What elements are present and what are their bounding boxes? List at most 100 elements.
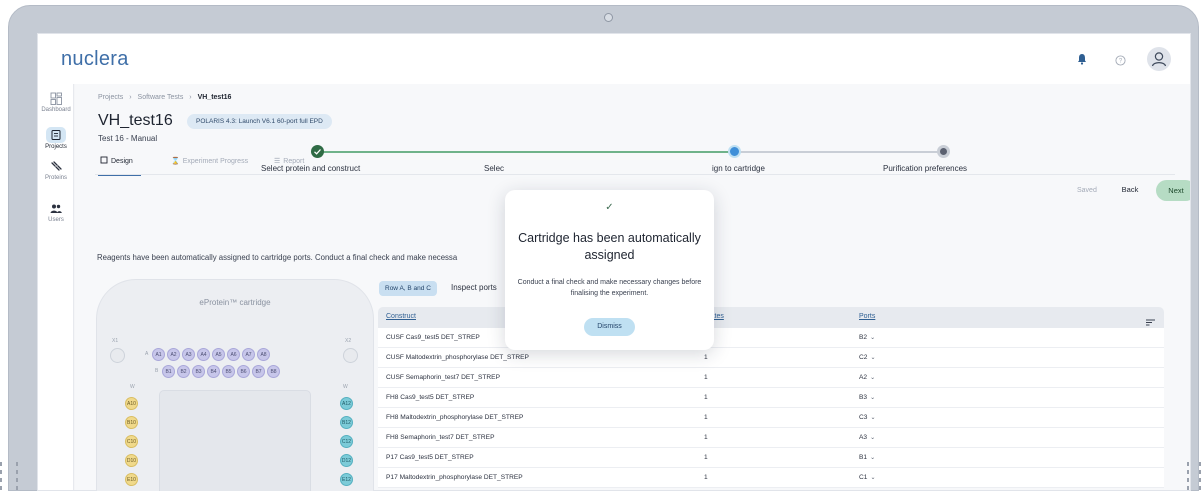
row-a-tag: A xyxy=(145,351,149,357)
breadcrumb-software-tests[interactable]: Software Tests xyxy=(138,94,184,101)
port-a5[interactable]: A5 xyxy=(212,348,225,361)
dialog-message: Conduct a final check and make necessary… xyxy=(517,279,702,297)
row-toggle[interactable]: Row A, B and C xyxy=(379,281,437,296)
header-ports[interactable]: Ports xyxy=(859,313,875,320)
step-4-dot xyxy=(937,145,950,158)
step-3-label: ign to cartridge xyxy=(712,164,765,173)
port-select[interactable]: A3 ⌄ xyxy=(859,434,875,441)
sidebar-item-projects[interactable]: Projects xyxy=(38,127,74,150)
port-select[interactable]: C2 ⌄ xyxy=(859,354,875,361)
table-header: Construct licates Ports xyxy=(378,307,1164,328)
table-row[interactable]: P17 Cas9_test5 DET_STREP 1 B1 ⌄ xyxy=(378,448,1164,468)
breadcrumb: Projects › Software Tests › VH_test16 xyxy=(98,94,231,101)
table-row[interactable]: P17 Maltodextrin_phosphorylase DET_STREP… xyxy=(378,468,1164,488)
port-select[interactable]: C1 ⌄ xyxy=(859,474,875,481)
port-c10[interactable]: C10 xyxy=(125,435,138,448)
port-e12[interactable]: E12 xyxy=(340,473,353,486)
port-a8[interactable]: A8 xyxy=(257,348,270,361)
table-row[interactable]: CUSF Semaphorin_test7 DET_STREP 1 A2 ⌄ xyxy=(378,368,1164,388)
port-tag-w-left: W xyxy=(130,384,135,390)
back-button[interactable]: Back xyxy=(1114,181,1146,199)
cell-replicates: 1 xyxy=(704,354,708,361)
port-x1[interactable] xyxy=(110,348,125,363)
tab-label: Experiment Progress xyxy=(182,158,249,165)
cartridge-window xyxy=(159,390,311,491)
port-b6[interactable]: B6 xyxy=(237,365,250,378)
help-icon[interactable]: ? xyxy=(1115,53,1126,71)
app-logo[interactable]: nuclera xyxy=(61,48,129,71)
cell-construct: CUSF Cas9_test5 DET_STREP xyxy=(386,334,480,341)
check-icon xyxy=(314,149,321,155)
port-select[interactable]: B2 ⌄ xyxy=(859,334,875,341)
cartridge-title: eProtein™ cartridge xyxy=(199,298,271,307)
port-e10[interactable]: E10 xyxy=(125,473,138,486)
port-a6[interactable]: A6 xyxy=(227,348,240,361)
table-row[interactable]: FH8 Cas9_test5 DET_STREP 1 B3 ⌄ xyxy=(378,388,1164,408)
sidebar-item-label: Projects xyxy=(45,144,67,150)
sidebar-item-label: Dashboard xyxy=(41,107,71,113)
proteins-icon xyxy=(48,160,64,174)
port-b1[interactable]: B1 xyxy=(162,365,175,378)
edge-marker xyxy=(1187,462,1189,491)
dashboard-icon xyxy=(48,92,64,106)
port-select[interactable]: C3 ⌄ xyxy=(859,414,875,421)
port-b10[interactable]: B10 xyxy=(125,416,138,429)
port-x2[interactable] xyxy=(343,348,358,363)
bell-icon[interactable] xyxy=(1077,52,1087,70)
port-b8[interactable]: B8 xyxy=(267,365,280,378)
chevron-down-icon: ⌄ xyxy=(870,375,876,381)
port-select[interactable]: B1 ⌄ xyxy=(859,454,875,461)
port-b12[interactable]: B12 xyxy=(340,416,353,429)
port-select[interactable]: B3 ⌄ xyxy=(859,394,875,401)
cell-port: A2 xyxy=(859,374,868,381)
edge-marker xyxy=(16,462,18,491)
port-b7[interactable]: B7 xyxy=(252,365,265,378)
cell-replicates: 1 xyxy=(704,434,708,441)
port-b4[interactable]: B4 xyxy=(207,365,220,378)
port-a2[interactable]: A2 xyxy=(167,348,180,361)
tab-design[interactable]: Design xyxy=(98,154,141,176)
port-a10[interactable]: A10 xyxy=(125,397,138,410)
port-b5[interactable]: B5 xyxy=(222,365,235,378)
edge-marker xyxy=(0,462,2,491)
table-row[interactable]: CUSF Maltodextrin_phosphorylase DET_STRE… xyxy=(378,348,1164,368)
inspect-ports-label[interactable]: Inspect ports xyxy=(451,283,497,292)
table-row[interactable]: FH8 Semaphorin_test7 DET_STREP 1 A3 ⌄ xyxy=(378,428,1164,448)
breadcrumb-projects[interactable]: Projects xyxy=(98,94,123,101)
sidebar-item-users[interactable]: Users xyxy=(38,202,74,223)
project-subtitle: Test 16 - Manual xyxy=(98,134,158,143)
port-a12[interactable]: A12 xyxy=(340,397,353,410)
port-a3[interactable]: A3 xyxy=(182,348,195,361)
port-c12[interactable]: C12 xyxy=(340,435,353,448)
tab-experiment-progress[interactable]: ⌛ Experiment Progress xyxy=(171,154,248,176)
next-button[interactable]: Next xyxy=(1156,180,1190,201)
dismiss-button[interactable]: Dismiss xyxy=(584,318,635,336)
port-a4[interactable]: A4 xyxy=(197,348,210,361)
app-header: nuclera ? xyxy=(38,34,1190,84)
info-message: Reagents have been automatically assigne… xyxy=(97,253,458,262)
table-row[interactable]: FH8 Maltodextrin_phosphorylase DET_STREP… xyxy=(378,408,1164,428)
camera-icon xyxy=(604,13,613,22)
port-select[interactable]: A2 ⌄ xyxy=(859,374,875,381)
cell-construct: P17 Maltodextrin_phosphorylase DET_STREP xyxy=(386,474,523,481)
cell-construct: FH8 Cas9_test5 DET_STREP xyxy=(386,394,475,401)
sidebar-item-dashboard[interactable]: Dashboard xyxy=(38,92,74,113)
port-a1[interactable]: A1 xyxy=(152,348,165,361)
cell-port: B1 xyxy=(859,454,868,461)
port-d12[interactable]: D12 xyxy=(340,454,353,467)
sidebar-item-proteins[interactable]: Proteins xyxy=(38,160,74,181)
cell-replicates: 1 xyxy=(704,374,708,381)
cell-port: A3 xyxy=(859,434,868,441)
success-check-icon: ✓ xyxy=(605,202,614,213)
row-b-tag: B xyxy=(155,368,159,374)
header-construct[interactable]: Construct xyxy=(386,313,416,320)
port-a7[interactable]: A7 xyxy=(242,348,255,361)
projects-icon xyxy=(46,127,66,143)
cell-port: C3 xyxy=(859,414,868,421)
table-row[interactable]: CUSF Cas9_test5 DET_STREP B2 ⌄ xyxy=(378,328,1164,348)
port-b2[interactable]: B2 xyxy=(177,365,190,378)
avatar[interactable] xyxy=(1147,47,1171,71)
step-1-label: Select protein and construct xyxy=(261,164,361,173)
port-b3[interactable]: B3 xyxy=(192,365,205,378)
port-d10[interactable]: D10 xyxy=(125,454,138,467)
